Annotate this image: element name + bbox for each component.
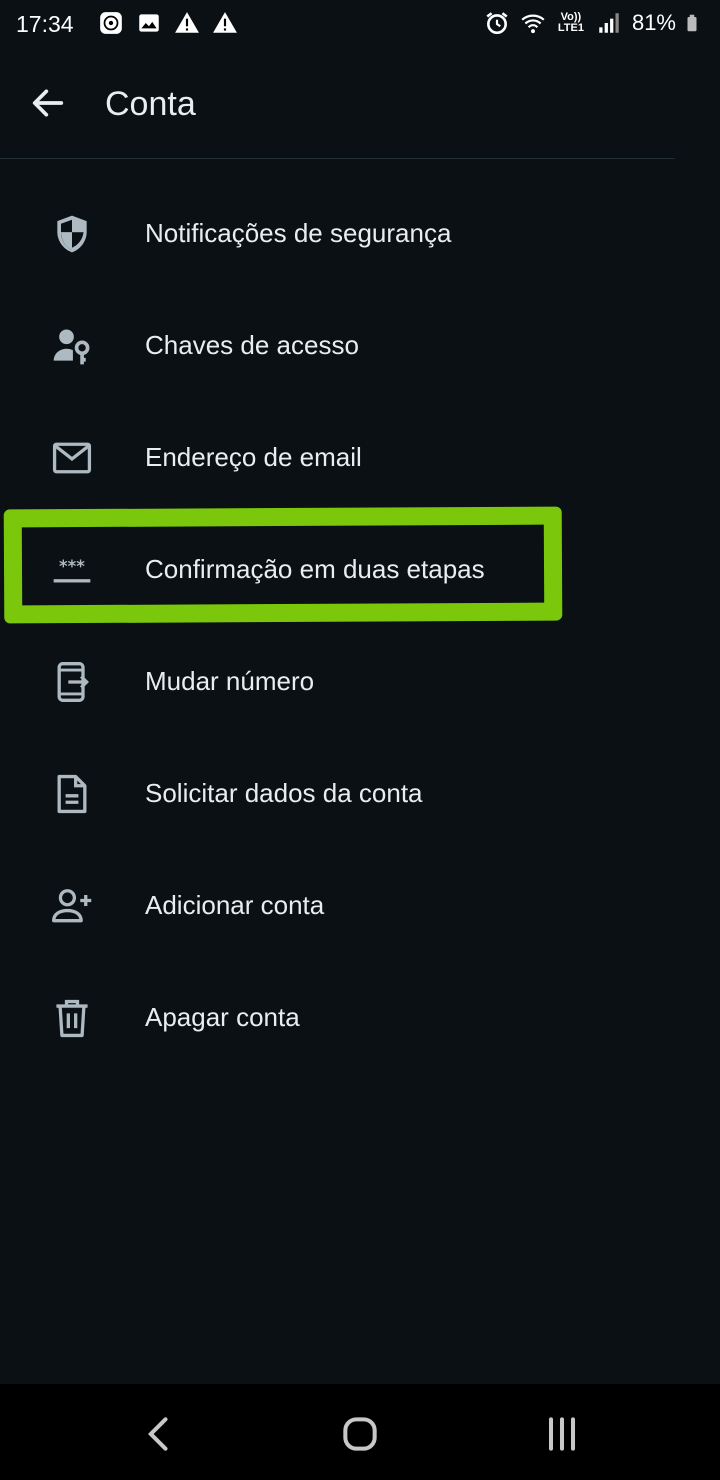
nav-back-button[interactable] [138,1412,182,1456]
system-nav-bar [0,1384,720,1480]
status-time: 17:34 [16,11,74,37]
menu-item-delete-account[interactable]: Apagar conta [0,962,720,1074]
battery-percent: 81% [631,10,676,35]
menu-item-label: Solicitar dados da conta [145,778,423,808]
back-chevron-icon [147,1417,168,1451]
menu-item-label: Endereço de email [145,442,362,472]
page-title: Conta [105,85,196,123]
menu-item-label: Chaves de acesso [145,330,359,360]
menu-item-label: Mudar número [145,666,315,696]
wifi-icon [521,14,545,34]
back-button[interactable] [28,83,68,123]
status-bar: 17:34 Vo)) LTE1 81% [0,0,720,50]
signal-icon [599,13,619,33]
menu-item-passkeys[interactable]: Chaves de acesso [0,290,720,402]
header-divider [0,158,675,159]
notification-icons [98,10,238,36]
person-add-icon [50,884,94,928]
menu-item-two-step-verification[interactable]: *** Confirmação em duas etapas [0,514,720,626]
menu-item-security-notifications[interactable]: Notificações de segurança [0,178,720,290]
trash-icon [50,996,94,1040]
alarm-icon [486,12,508,35]
warning-icon [213,12,237,33]
lte-label: LTE1 [557,22,584,34]
arrow-left-icon [32,89,64,117]
menu-item-add-account[interactable]: Adicionar conta [0,850,720,962]
nav-home-button[interactable] [338,1412,382,1456]
menu-item-change-number[interactable]: Mudar número [0,626,720,738]
menu-item-label: Apagar conta [145,1002,300,1032]
battery-icon [687,14,697,32]
shield-icon [50,212,94,256]
person-key-icon [50,324,94,368]
svg-text:***: *** [59,557,85,576]
document-icon [50,772,94,816]
warning-icon [175,12,199,33]
envelope-icon [50,436,94,480]
password-dots-icon: *** [50,548,94,592]
app-bar: Conta [0,50,720,158]
menu-item-label: Notificações de segurança [145,218,452,248]
nav-recents-button[interactable] [540,1412,584,1456]
menu-item-email-address[interactable]: Endereço de email [0,402,720,514]
phone-change-icon [50,660,94,704]
menu-item-label: Confirmação em duas etapas [145,554,485,584]
account-settings-list: Notificações de segurança Chaves de aces… [0,178,720,1074]
menu-item-request-account-info[interactable]: Solicitar dados da conta [0,738,720,850]
recents-icon [548,1417,576,1451]
music-icon [100,12,122,34]
system-icons: Vo)) LTE1 81% [484,10,704,36]
image-icon [139,14,159,32]
menu-item-label: Adicionar conta [145,890,325,920]
home-icon [343,1417,377,1451]
network-type: Vo)) LTE1 [556,12,586,34]
